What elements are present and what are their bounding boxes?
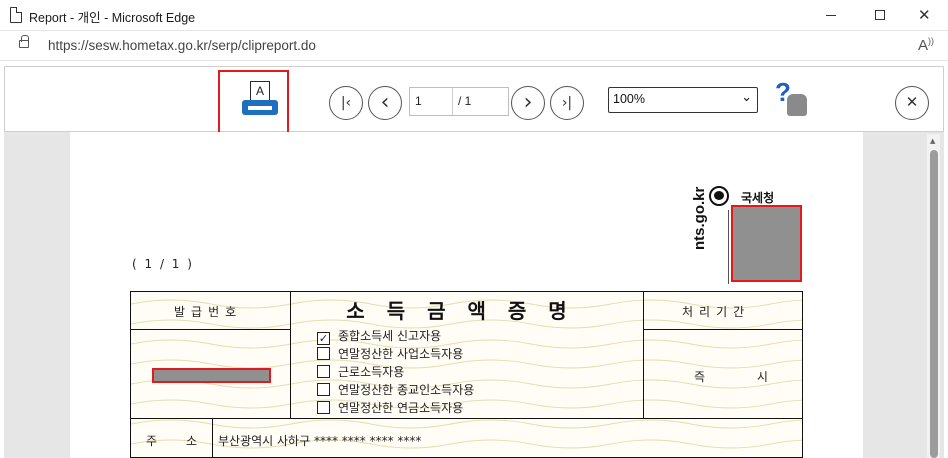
- nts-office-name: 국세청: [741, 191, 775, 205]
- current-page-input[interactable]: 1: [415, 94, 422, 108]
- total-pages: / 1: [458, 94, 472, 108]
- prev-page-button[interactable]: ‹: [368, 86, 402, 120]
- checkbox-checked: ✓: [317, 332, 330, 345]
- chevron-left-icon: ‹: [380, 90, 390, 115]
- address-bar: https://sesw.hometax.go.kr/serp/cliprepo…: [0, 30, 948, 61]
- form-title-cell: 소득금액증명 ✓ 종합소득세 신고자용 연말정산한 사업소득자용 근로소득자용 연…: [291, 292, 644, 419]
- close-icon: ✕: [905, 93, 919, 111]
- checkbox: [317, 365, 330, 378]
- title-bar: Report - 개인 - Microsoft Edge ✕: [0, 0, 948, 30]
- checkbox: [317, 383, 330, 396]
- option-religious-income: 연말정산한 종교인소득자용: [317, 381, 474, 398]
- last-page-icon: ›|: [561, 95, 573, 111]
- read-aloud-icon[interactable]: A)): [918, 36, 934, 54]
- minimize-icon: [826, 15, 836, 16]
- lock-icon[interactable]: [19, 35, 29, 48]
- issue-number-redacted: [152, 368, 271, 383]
- chevron-down-icon: ⌄: [741, 90, 752, 105]
- page-icon: [10, 7, 22, 23]
- printer-icon: A: [242, 81, 280, 121]
- raised-hand-icon: [787, 94, 807, 116]
- chevron-right-icon: ›: [523, 90, 533, 115]
- address-label-2: 소: [186, 434, 198, 448]
- maximize-button[interactable]: [856, 0, 902, 30]
- window-close-button[interactable]: ✕: [902, 0, 948, 30]
- page-count: ( 1 / 1 ): [132, 257, 194, 271]
- checkbox: [317, 347, 330, 360]
- url-field[interactable]: https://sesw.hometax.go.kr/serp/cliprepo…: [48, 38, 316, 53]
- income-certificate-form: 발급번호 소득금액증명 ✓ 종합소득세 신고자용 연말정산한 사업소득자용 근로소…: [130, 291, 803, 458]
- report-toolbar: A |‹ ‹ 1 / 1 › ›| 100% ⌄ ? ✕: [4, 66, 944, 144]
- next-page-button[interactable]: ›: [511, 86, 545, 120]
- address-cell: 부산광역시 사하구 **** **** **** ****: [213, 419, 802, 458]
- nts-mascot-icon: [709, 186, 729, 206]
- help-button[interactable]: ?: [773, 77, 811, 120]
- issue-number-label: 발급번호: [174, 305, 243, 319]
- zoom-select[interactable]: 100% ⌄: [608, 87, 758, 113]
- scroll-up-icon[interactable]: ▲: [930, 137, 935, 145]
- form-title: 소득금액증명: [346, 299, 589, 323]
- nts-domain: nts.go.kr: [691, 186, 708, 250]
- processing-period-cell: 즉 시: [644, 330, 802, 419]
- close-report-button[interactable]: ✕: [895, 86, 929, 120]
- processing-period-header: 처리기간: [644, 292, 802, 330]
- window-title: Report - 개인 - Microsoft Edge: [29, 11, 196, 25]
- last-page-button[interactable]: ›|: [550, 86, 584, 120]
- maximize-icon: [875, 10, 885, 20]
- option-business-income: 연말정산한 사업소득자용: [317, 345, 463, 362]
- option-earned-income: 근로소득자용: [317, 363, 404, 380]
- first-page-icon: |‹: [340, 95, 352, 111]
- minimize-button[interactable]: [808, 0, 854, 30]
- option-global-income: ✓ 종합소득세 신고자용: [317, 329, 442, 345]
- first-page-button[interactable]: |‹: [329, 86, 363, 120]
- official-seal-redacted: [731, 205, 802, 282]
- zoom-value: 100%: [613, 92, 645, 106]
- scrollbar-thumb[interactable]: [930, 150, 938, 458]
- address-header: 주 소: [131, 419, 213, 458]
- issue-number-header: 발급번호: [131, 292, 291, 330]
- issue-number-cell: [131, 330, 291, 419]
- address-value: 부산광역시 사하구 **** **** **** ****: [218, 434, 422, 448]
- processing-period-value: 즉 시: [694, 370, 792, 384]
- printer-paper-letter: A: [250, 81, 270, 101]
- checkbox: [317, 401, 330, 414]
- page-number-field[interactable]: 1 / 1: [409, 87, 509, 116]
- address-label-1: 주: [146, 434, 158, 448]
- processing-period-label: 처리기간: [682, 305, 751, 319]
- close-icon: ✕: [918, 6, 931, 24]
- option-pension-income: 연말정산한 연금소득자용: [317, 399, 463, 416]
